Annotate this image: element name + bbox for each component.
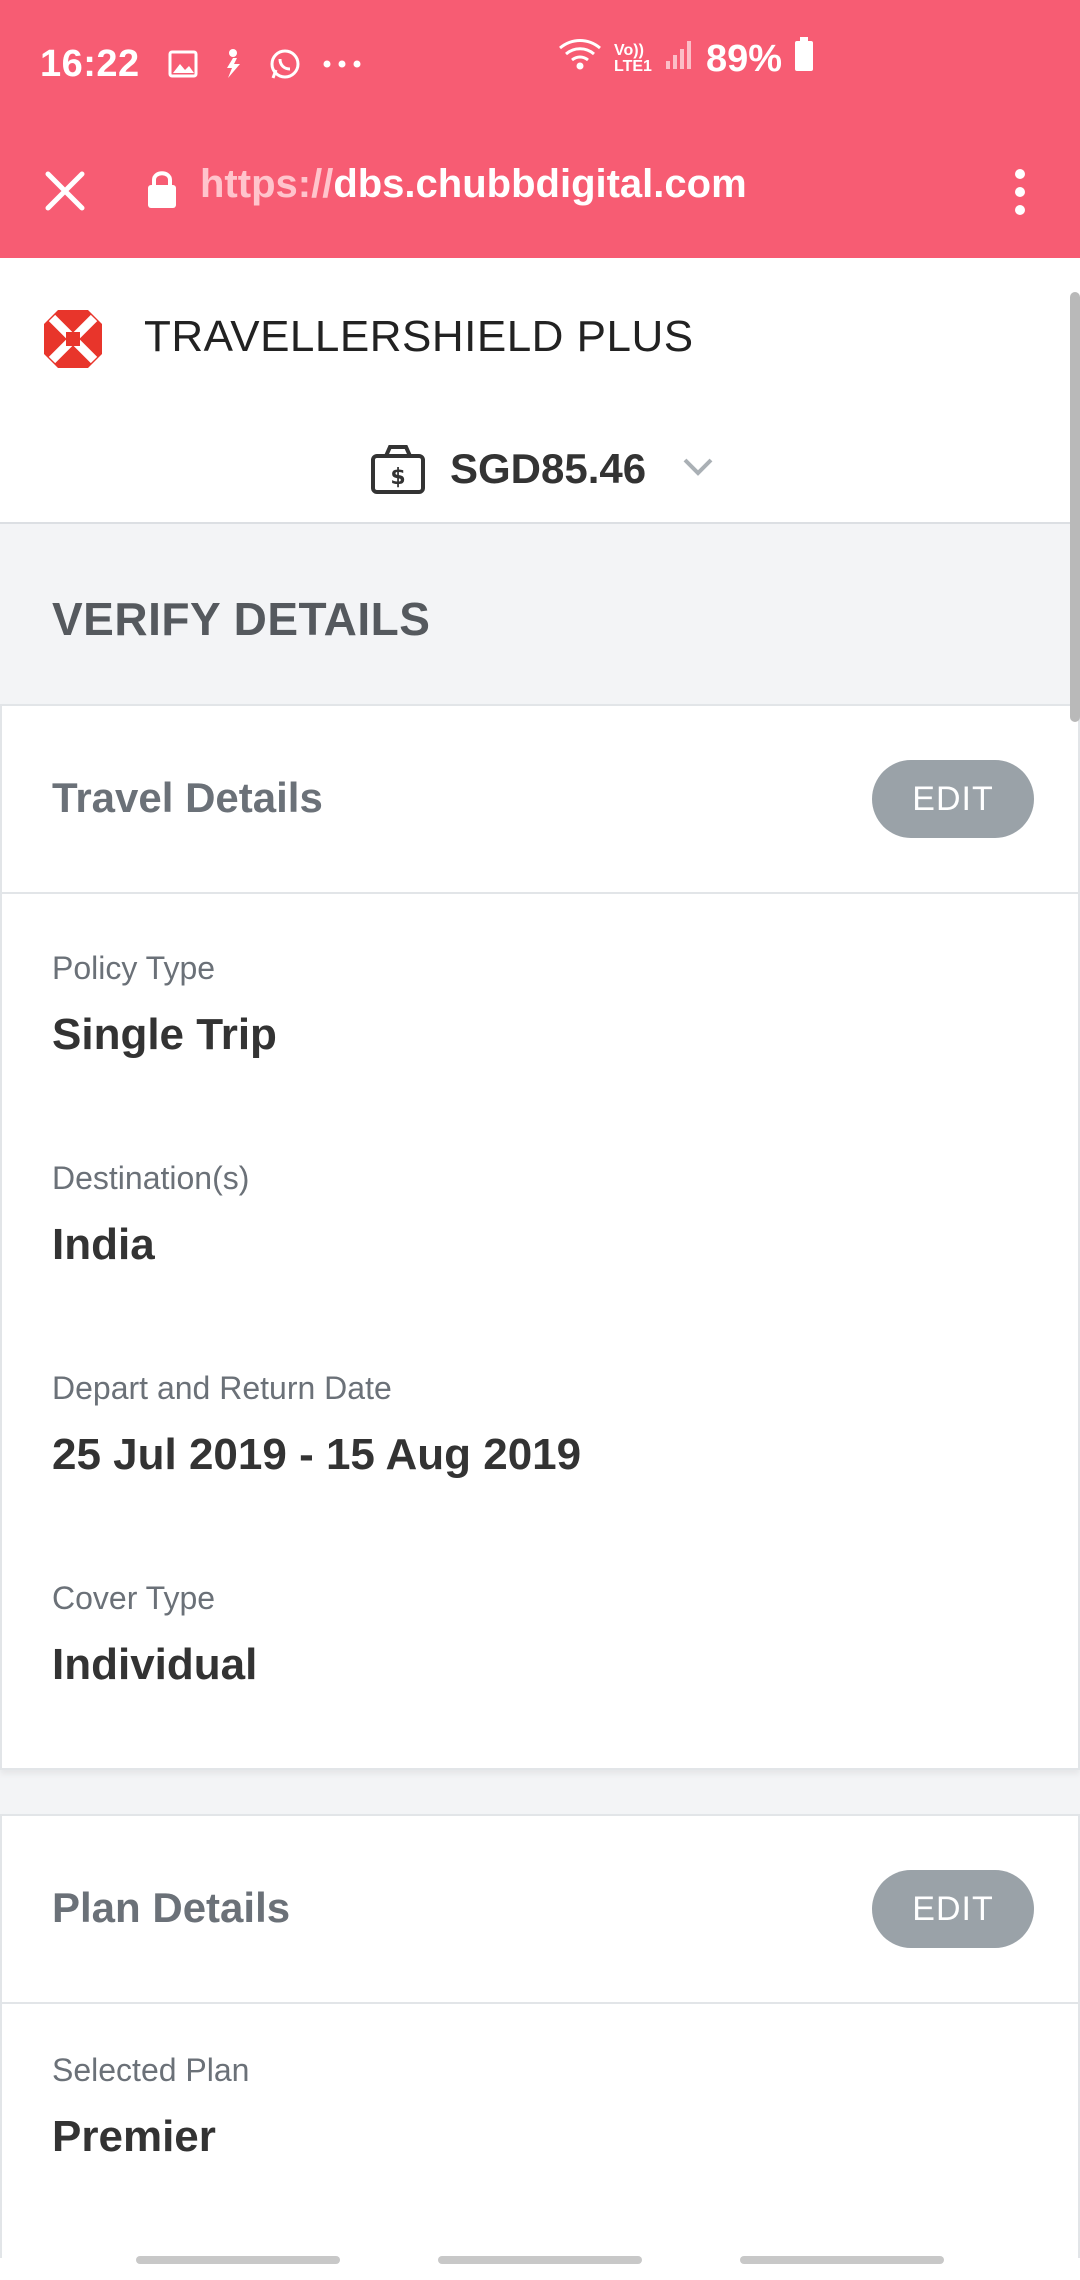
accessibility-icon: [218, 48, 248, 80]
field-value: Premier: [52, 2112, 216, 2161]
money-bag-icon: $: [370, 444, 426, 494]
product-header: TRAVELLERSHIELD PLUS $ SGD85.46: [0, 258, 1080, 524]
edit-travel-details-button[interactable]: EDIT: [872, 760, 1034, 838]
lock-icon: [146, 168, 178, 215]
menu-kebab-icon[interactable]: [1006, 164, 1034, 220]
total-price: SGD85.46: [450, 445, 647, 492]
field-label: Destination(s): [52, 1160, 250, 1196]
gallery-icon: [168, 49, 198, 79]
network-label: Vo)) LTE1: [614, 42, 652, 75]
nav-back-pill[interactable]: [740, 2256, 944, 2264]
field-label: Depart and Return Date: [52, 1370, 392, 1406]
url-scheme: https://: [200, 162, 334, 206]
page-content: TRAVELLERSHIELD PLUS $ SGD85.46 VERIFY D…: [0, 258, 1080, 2280]
card-header: Travel Details EDIT: [2, 706, 1078, 894]
card-title: Plan Details: [52, 1884, 291, 1931]
field-label: Cover Type: [52, 1580, 216, 1616]
chevron-down-icon: [682, 457, 714, 482]
more-dots-icon: [322, 59, 362, 69]
signal-icon: [664, 38, 694, 81]
url-address[interactable]: https://dbs.chubbdigital.com: [200, 162, 747, 207]
close-icon[interactable]: [40, 166, 90, 216]
field-value: India: [52, 1220, 155, 1269]
battery-percent: 89%: [706, 37, 783, 80]
dbs-logo-icon: [40, 306, 106, 372]
status-time: 16:22: [40, 42, 140, 85]
whatsapp-icon: [268, 47, 302, 81]
browser-url-bar: https://dbs.chubbdigital.com: [0, 128, 1080, 258]
wifi-icon: [558, 36, 602, 82]
nav-recent-pill[interactable]: [136, 2256, 340, 2264]
card-title: Travel Details: [52, 774, 323, 821]
field-label: Policy Type: [52, 950, 216, 986]
field-value: Single Trip: [52, 1010, 277, 1059]
edit-plan-details-button[interactable]: EDIT: [872, 1870, 1034, 1948]
section-title: VERIFY DETAILS: [52, 593, 431, 645]
field-label: Selected Plan: [52, 2052, 250, 2088]
phone-screen: 16:22 Vo)) LTE1 89% https://dbs.chubbdig…: [0, 0, 1080, 2280]
travel-details-card: Travel Details EDIT Policy Type Single T…: [0, 704, 1080, 1770]
price-summary-toggle[interactable]: $ SGD85.46: [370, 444, 714, 494]
nav-home-pill[interactable]: [438, 2256, 642, 2264]
card-header: Plan Details EDIT: [2, 1816, 1078, 2004]
product-title: TRAVELLERSHIELD PLUS: [144, 312, 694, 361]
scrollbar-thumb[interactable]: [1070, 292, 1080, 722]
field-value: Individual: [52, 1640, 258, 1689]
status-bar: 16:22 Vo)) LTE1 89%: [0, 0, 1080, 128]
plan-details-card: Plan Details EDIT Selected Plan Premier: [0, 1814, 1080, 2280]
url-host: dbs.chubbdigital.com: [333, 162, 747, 206]
svg-text:$: $: [390, 465, 405, 490]
field-value: 25 Jul 2019 - 15 Aug 2019: [52, 1430, 582, 1479]
battery-icon: [794, 37, 814, 81]
